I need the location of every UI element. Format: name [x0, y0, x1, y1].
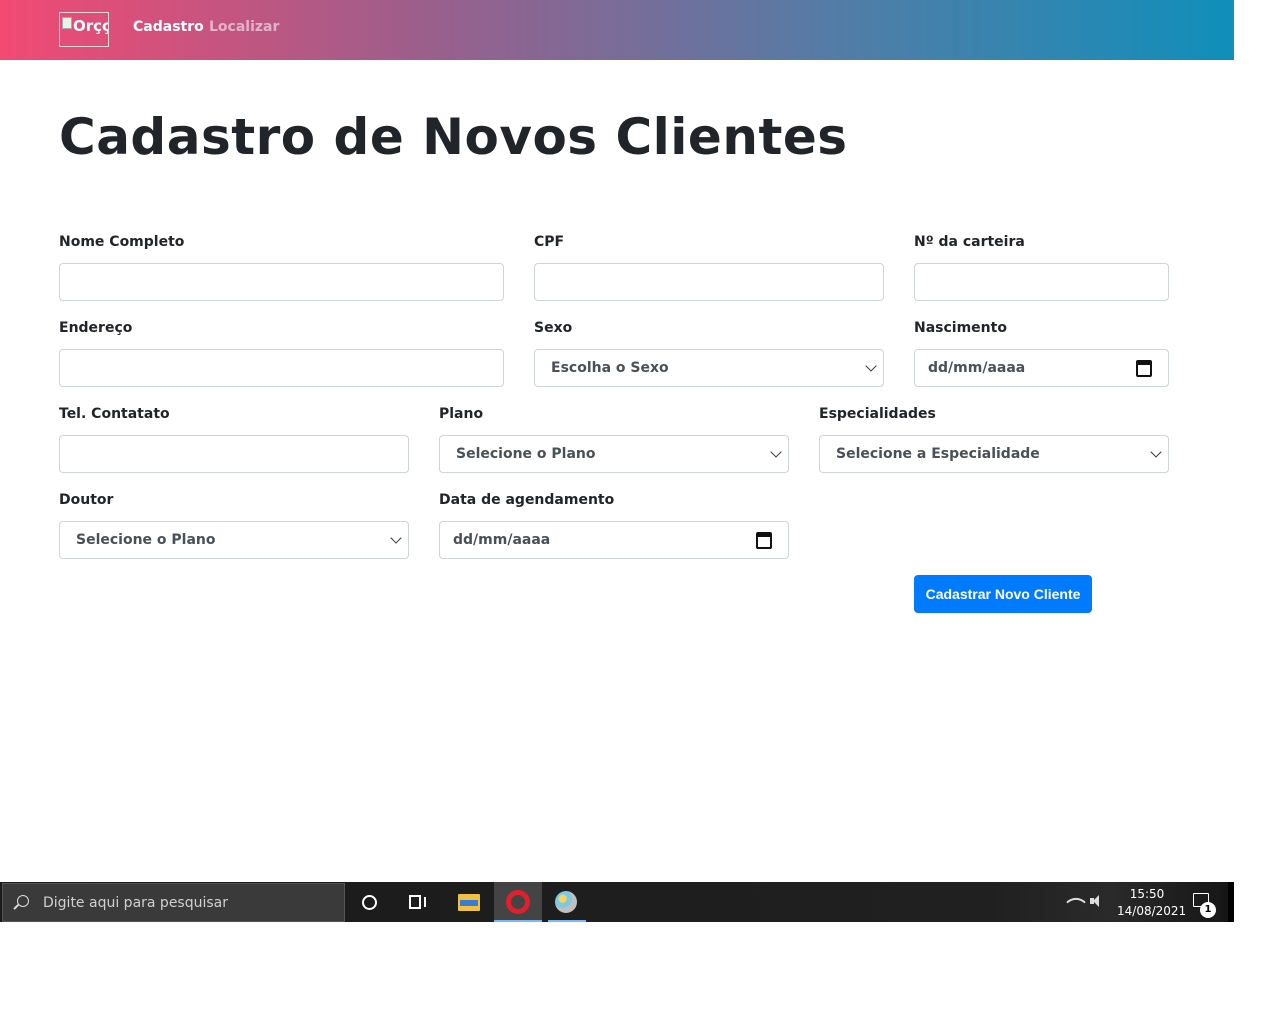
- doutor-select[interactable]: Selecione o Plano: [59, 521, 409, 559]
- carteira-input[interactable]: [914, 263, 1169, 301]
- taskbar-app-opera[interactable]: [494, 882, 542, 922]
- agendamento-date-input[interactable]: dd/mm/aaaa: [439, 521, 789, 559]
- file-explorer-icon[interactable]: [458, 894, 480, 911]
- nome-label: Nome Completo: [59, 234, 185, 250]
- calendar-icon[interactable]: [756, 532, 772, 549]
- network-icon[interactable]: [1066, 892, 1086, 912]
- chevron-down-icon: [865, 360, 877, 372]
- plano-select[interactable]: Selecione o Plano: [439, 435, 789, 473]
- taskbar-search-placeholder: Digite aqui para pesquisar: [43, 895, 229, 911]
- active-app-indicator: [494, 920, 542, 922]
- show-desktop-button[interactable]: [1228, 882, 1234, 922]
- nav-link-cadastro[interactable]: Cadastro: [133, 19, 204, 35]
- cadastrar-cliente-button[interactable]: Cadastrar Novo Cliente: [914, 575, 1092, 613]
- task-view-icon[interactable]: [409, 895, 427, 909]
- nome-input[interactable]: [59, 263, 504, 301]
- sexo-selected-value: Escolha o Sexo: [551, 360, 669, 376]
- carteira-label: Nº da carteira: [914, 234, 1025, 250]
- telefone-input[interactable]: [59, 435, 409, 473]
- brand-alt-text: Orçç: [73, 17, 109, 35]
- cpf-input[interactable]: [534, 263, 884, 301]
- plano-label: Plano: [439, 406, 484, 422]
- cpf-label: CPF: [534, 234, 565, 250]
- brand-logo[interactable]: Orçç: [59, 12, 109, 47]
- clock-date: 14/08/2021: [1117, 904, 1187, 918]
- taskbar-clock[interactable]: 15:50 14/08/2021: [1117, 886, 1187, 920]
- page-title: Cadastro de Novos Clientes: [59, 108, 848, 166]
- paint-icon[interactable]: [555, 891, 577, 913]
- especialidades-selected-value: Selecione a Especialidade: [836, 446, 1040, 462]
- nascimento-date-input[interactable]: dd/mm/aaaa: [914, 349, 1169, 387]
- endereco-label: Endereço: [59, 320, 133, 336]
- cortana-icon[interactable]: [362, 895, 377, 910]
- chevron-down-icon: [1150, 446, 1162, 458]
- sexo-label: Sexo: [534, 320, 573, 336]
- sexo-select[interactable]: Escolha o Sexo: [534, 349, 884, 387]
- notification-count-badge: 1: [1200, 902, 1216, 918]
- opera-icon: [506, 890, 530, 914]
- volume-icon[interactable]: [1090, 894, 1100, 908]
- endereco-input[interactable]: [59, 349, 504, 387]
- running-app-indicator: [548, 920, 586, 922]
- chevron-down-icon: [770, 446, 782, 458]
- clock-time: 15:50: [1129, 887, 1165, 901]
- calendar-icon[interactable]: [1136, 360, 1152, 377]
- especialidades-label: Especialidades: [819, 406, 936, 422]
- agendamento-placeholder: dd/mm/aaaa: [453, 532, 551, 548]
- nascimento-label: Nascimento: [914, 320, 1007, 336]
- doutor-selected-value: Selecione o Plano: [76, 532, 216, 548]
- taskbar-search-box[interactable]: Digite aqui para pesquisar: [2, 883, 345, 922]
- especialidades-select[interactable]: Selecione a Especialidade: [819, 435, 1169, 473]
- chevron-down-icon: [390, 532, 402, 544]
- nav-link-localizar[interactable]: Localizar: [209, 19, 279, 35]
- windows-taskbar: Digite aqui para pesquisar 15:50 14/08/2…: [0, 882, 1234, 922]
- plano-selected-value: Selecione o Plano: [456, 446, 596, 462]
- telefone-label: Tel. Contatato: [59, 406, 170, 422]
- search-icon: [17, 895, 29, 907]
- navbar: Orçç Cadastro Localizar: [0, 0, 1234, 60]
- agendamento-label: Data de agendamento: [439, 492, 615, 508]
- doutor-label: Doutor: [59, 492, 114, 508]
- broken-image-icon: [62, 17, 72, 29]
- nascimento-placeholder: dd/mm/aaaa: [928, 360, 1026, 376]
